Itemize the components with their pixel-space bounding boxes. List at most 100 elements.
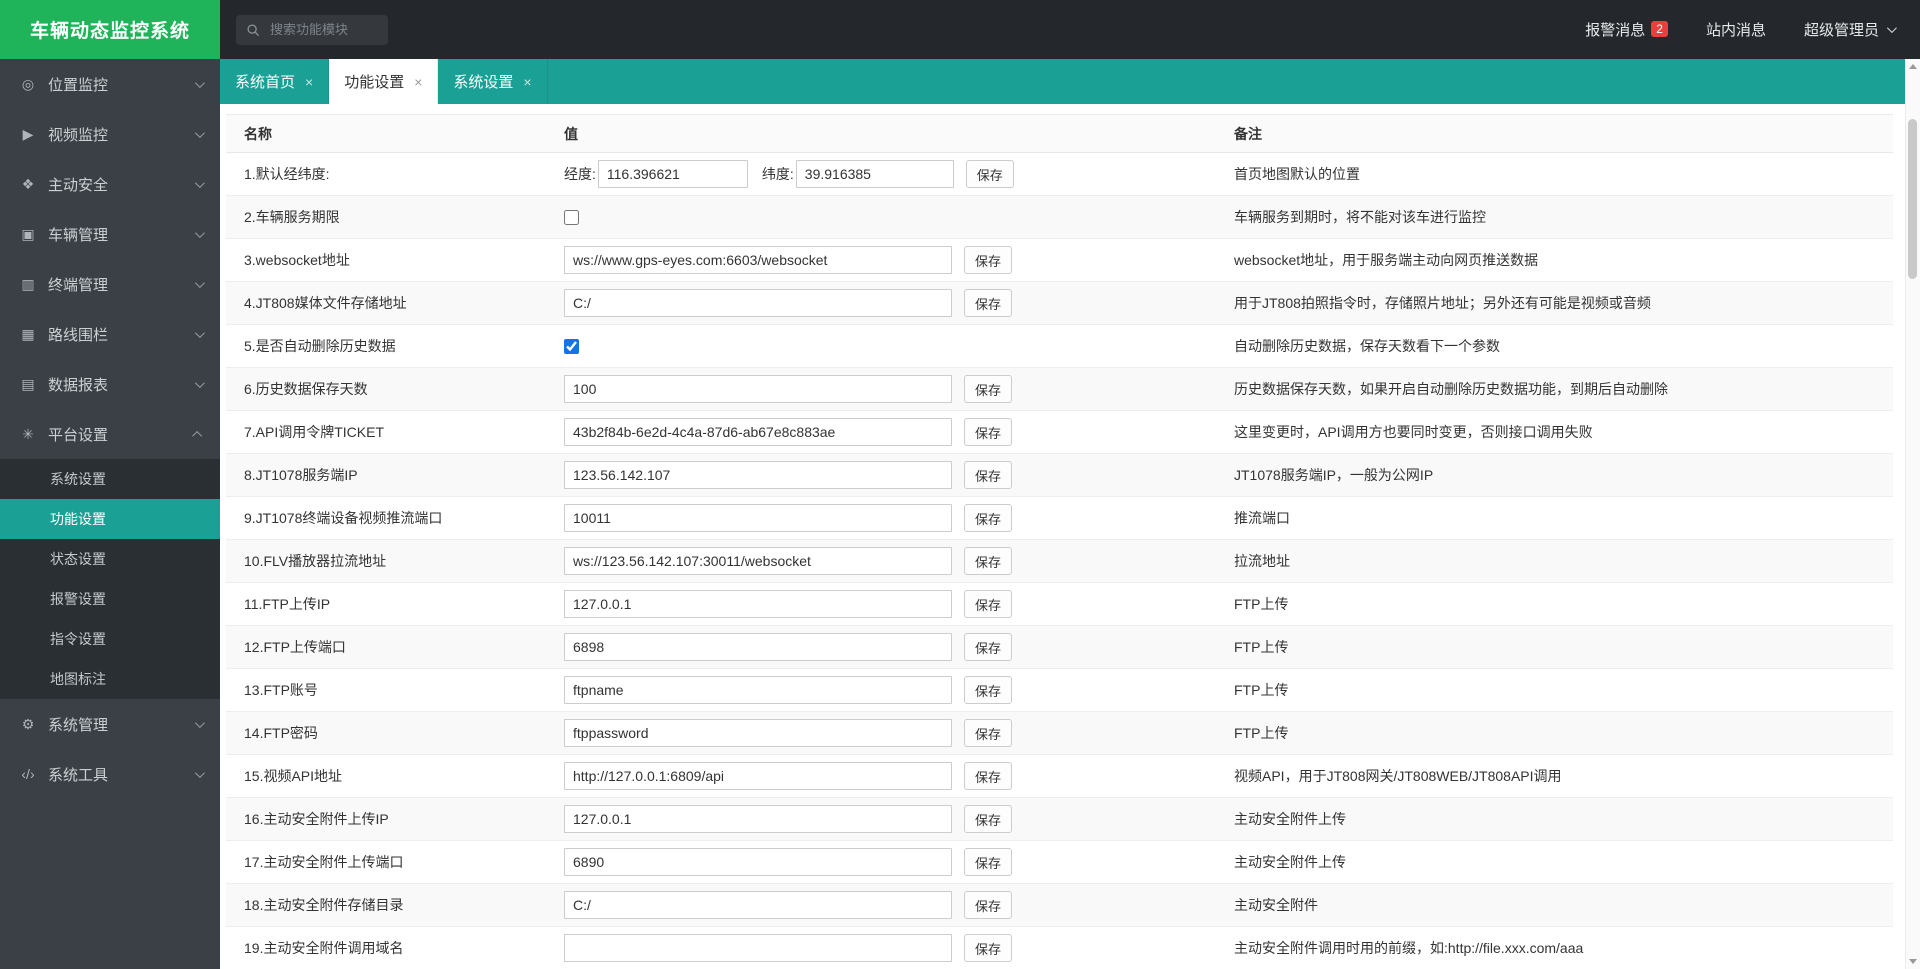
save-button[interactable]: 保存 xyxy=(964,676,1013,704)
search-box[interactable] xyxy=(236,14,388,45)
latitude-input[interactable] xyxy=(795,160,954,188)
search-icon xyxy=(246,23,260,37)
sidebar-subitem-label: 状态设置 xyxy=(50,551,106,567)
setting-input[interactable] xyxy=(564,934,952,962)
site-messages-link[interactable]: 站内消息 xyxy=(1706,19,1766,40)
sidebar-subitem-function-settings[interactable]: 功能设置 xyxy=(0,499,220,539)
sidebar-item-vehicle-management[interactable]: ▣ 车辆管理 xyxy=(0,209,220,259)
terminal-management-icon: ▥ xyxy=(21,275,35,292)
setting-checkbox[interactable] xyxy=(564,339,579,355)
sidebar-item-system-tools[interactable]: ‹/› 系统工具 xyxy=(0,749,220,799)
longitude-input[interactable] xyxy=(597,160,748,188)
save-button[interactable]: 保存 xyxy=(964,719,1013,747)
sidebar-item-label: 视频监控 xyxy=(48,126,109,144)
alarm-messages-label: 报警消息 xyxy=(1585,22,1646,39)
sidebar-item-platform-settings[interactable]: ✳ 平台设置 xyxy=(0,409,220,459)
sidebar-subitem-command-settings[interactable]: 指令设置 xyxy=(0,619,220,659)
sidebar-subitem-system-settings[interactable]: 系统设置 xyxy=(0,459,220,499)
sidebar-submenu: 系统设置 功能设置状态设置报警设置 指令设置地图标注 xyxy=(0,459,220,699)
setting-input[interactable] xyxy=(564,848,952,876)
setting-value-cell: 保存 xyxy=(546,625,1216,669)
setting-input[interactable] xyxy=(564,504,952,532)
search-input[interactable] xyxy=(268,21,378,38)
save-button[interactable]: 保存 xyxy=(964,762,1013,790)
save-button[interactable]: 保存 xyxy=(964,547,1013,575)
table-row: 7.API调用令牌TICKET 保存 这里变更时，API调用方也要同时变更，否则接口… xyxy=(226,410,1893,454)
sidebar-item-system-management[interactable]: ⚙ 系统管理 xyxy=(0,699,220,749)
sidebar-item-label: 系统管理 xyxy=(48,716,109,734)
setting-input[interactable] xyxy=(564,547,952,575)
setting-input[interactable] xyxy=(564,590,952,618)
setting-value-cell: 保存 xyxy=(546,582,1216,626)
sidebar-item-data-reports[interactable]: ▤ 数据报表 xyxy=(0,359,220,409)
save-button[interactable]: 保存 xyxy=(964,461,1013,489)
site-messages-label: 站内消息 xyxy=(1705,22,1766,39)
save-button[interactable]: 保存 xyxy=(964,934,1013,962)
chevron-down-icon xyxy=(194,767,205,778)
setting-note: FTP上传 xyxy=(1216,625,1893,669)
setting-value-cell: 保存 xyxy=(546,668,1216,712)
sidebar-subitem-map-annotation[interactable]: 地图标注 xyxy=(0,659,220,699)
chevron-down-icon xyxy=(194,277,205,288)
setting-input[interactable] xyxy=(564,461,952,489)
save-button[interactable]: 保存 xyxy=(964,848,1013,876)
user-name: 超级管理员 xyxy=(1803,22,1879,39)
save-button[interactable]: 保存 xyxy=(964,590,1013,618)
chevron-down-icon xyxy=(194,327,205,338)
close-icon[interactable]: × xyxy=(305,75,313,89)
sidebar-item-route-fence[interactable]: ▦ 路线围栏 xyxy=(0,309,220,359)
tab-function-settings[interactable]: 功能设置 × xyxy=(329,59,439,104)
table-row: 9.JT1078终端设备视频推流端口 保存 推流端口 xyxy=(226,496,1893,540)
setting-name: 7.API调用令牌TICKET xyxy=(226,410,546,454)
setting-name: 3.websocket地址 xyxy=(226,238,546,282)
scroll-down-arrow-icon[interactable] xyxy=(1909,959,1917,964)
setting-input[interactable] xyxy=(564,891,952,919)
sidebar-subitem-alarm-settings[interactable]: 报警设置 xyxy=(0,579,220,619)
save-button[interactable]: 保存 xyxy=(964,504,1013,532)
save-button[interactable]: 保存 xyxy=(964,633,1013,661)
tab-home[interactable]: 系统首页 × xyxy=(220,59,330,104)
setting-input[interactable] xyxy=(564,676,952,704)
platform-settings-icon: ✳ xyxy=(22,425,34,442)
setting-name: 15.视频API地址 xyxy=(226,754,546,798)
topbar-right: 报警消息 2 站内消息 超级管理员 xyxy=(1585,19,1897,40)
setting-input[interactable] xyxy=(564,633,952,661)
sidebar-item-terminal-management[interactable]: ▥ 终端管理 xyxy=(0,259,220,309)
setting-input[interactable] xyxy=(564,762,952,790)
save-button[interactable]: 保存 xyxy=(964,418,1013,446)
close-icon[interactable]: × xyxy=(523,75,531,89)
setting-checkbox[interactable] xyxy=(564,210,579,226)
alarm-messages-link[interactable]: 报警消息 2 xyxy=(1585,19,1668,40)
save-button[interactable]: 保存 xyxy=(964,375,1013,403)
save-button[interactable]: 保存 xyxy=(964,246,1013,274)
table-row: 17.主动安全附件上传端口 保存 主动安全附件上传 xyxy=(226,840,1893,884)
save-button[interactable]: 保存 xyxy=(965,160,1014,188)
sidebar-item-label: 车辆管理 xyxy=(48,226,109,244)
setting-input[interactable] xyxy=(564,289,952,317)
sidebar-item-active-safety[interactable]: ❖ 主动安全 xyxy=(0,159,220,209)
save-button[interactable]: 保存 xyxy=(964,289,1013,317)
scrollbar[interactable] xyxy=(1905,59,1920,969)
setting-input[interactable] xyxy=(564,719,952,747)
table-row: 4.JT808媒体文件存储地址 保存 用于JT808拍照指令时，存储照片地址；另外还… xyxy=(226,281,1893,325)
sidebar-item-video-monitoring[interactable]: ▶ 视频监控 xyxy=(0,109,220,159)
sidebar-item-location-monitoring[interactable]: ◎ 位置监控 xyxy=(0,59,220,109)
setting-input[interactable] xyxy=(564,805,952,833)
setting-input[interactable] xyxy=(564,246,952,274)
setting-input[interactable] xyxy=(564,418,952,446)
save-button[interactable]: 保存 xyxy=(964,891,1013,919)
setting-value-cell xyxy=(546,195,1216,239)
sidebar-subitem-label: 地图标注 xyxy=(50,671,106,687)
save-button[interactable]: 保存 xyxy=(964,805,1013,833)
user-menu[interactable]: 超级管理员 xyxy=(1803,19,1897,40)
close-icon[interactable]: × xyxy=(414,75,422,89)
scrollbar-thumb[interactable] xyxy=(1908,119,1917,279)
scroll-up-arrow-icon[interactable] xyxy=(1909,64,1917,69)
sidebar-subitem-status-settings[interactable]: 状态设置 xyxy=(0,539,220,579)
setting-input[interactable] xyxy=(564,375,952,403)
content: 名称 值 备注 1.默认经纬度:经度:纬度:保存首页地图默认的位置2.车辆服务期… xyxy=(220,104,1905,969)
setting-name: 18.主动安全附件存储目录 xyxy=(226,883,546,927)
tab-system-settings[interactable]: 系统设置 × xyxy=(438,59,548,104)
setting-name: 8.JT1078服务端IP xyxy=(226,453,546,497)
setting-note: 首页地图默认的位置 xyxy=(1216,152,1893,196)
